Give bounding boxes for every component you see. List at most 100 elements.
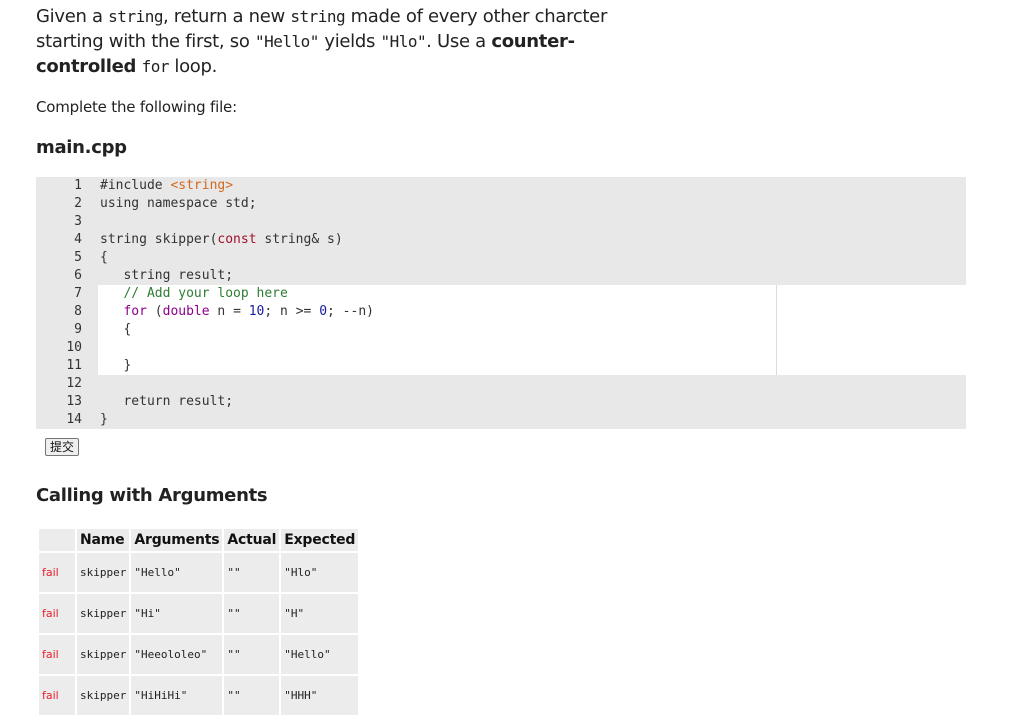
prompt-code: string <box>290 7 346 26</box>
line-code[interactable]: using namespace std; <box>100 195 257 213</box>
code-token: const <box>217 232 257 247</box>
line-number: 1 <box>74 178 82 193</box>
code-line[interactable]: 5{ <box>36 249 966 267</box>
code-token: string& s) <box>256 232 343 247</box>
table-row: fail skipper "Hi" "" "H" <box>37 592 361 635</box>
line-number: 12 <box>66 376 82 391</box>
code-token: { <box>100 250 108 265</box>
header-expected: Expected <box>279 527 361 553</box>
code-editor[interactable]: 1 #include <string> 2 using namespace std; 3… <box>36 177 966 429</box>
code-line[interactable]: 4 string skipper(const string& s) <box>36 231 966 249</box>
prompt-text: Given a <box>36 6 109 27</box>
problem-statement: Given a string, return a new string made… <box>36 4 636 79</box>
line-code[interactable]: string skipper(const string& s) <box>100 231 343 249</box>
submit-button[interactable]: 提交 <box>45 438 80 456</box>
expected-cell: "Hlo" <box>279 551 361 594</box>
code-line[interactable]: 8 for (double n = 10; n >= 0; --n) <box>36 303 966 321</box>
code-line[interactable]: 1 #include <string> <box>36 177 966 195</box>
arguments-cell: "HiHiHi" <box>129 674 225 717</box>
code-token: // Add your loop here <box>100 286 288 301</box>
line-code[interactable]: for (double n = 10; n >= 0; --n) <box>100 303 374 321</box>
code-token: 0 <box>319 304 328 319</box>
code-line[interactable]: 11 } <box>36 357 966 375</box>
header-name: Name <box>74 527 132 553</box>
code-token: string result; <box>100 268 234 283</box>
name-cell: skipper <box>74 592 132 635</box>
line-code[interactable]: return result; <box>100 393 233 411</box>
code-line[interactable]: 10 <box>36 339 966 357</box>
table-row: fail skipper "Hello" "" "Hlo" <box>37 551 361 594</box>
line-code[interactable]: // Add your loop here <box>100 285 288 303</box>
code-token: } <box>100 412 108 427</box>
code-line[interactable]: 12 <box>36 375 966 393</box>
code-line[interactable]: 14} <box>36 411 966 429</box>
line-number: 9 <box>74 322 82 337</box>
code-line[interactable]: 9 { <box>36 321 966 339</box>
line-number: 5 <box>74 250 82 265</box>
status-cell: fail <box>37 633 77 676</box>
line-code[interactable]: #include <string> <box>100 177 233 195</box>
line-number: 11 <box>66 358 82 373</box>
code-line[interactable]: 2 using namespace std; <box>36 195 966 213</box>
code-token: ( <box>146 304 163 319</box>
code-token: n = <box>209 304 249 319</box>
line-number: 14 <box>66 412 82 427</box>
table-header-row: Name Arguments Actual Expected <box>37 527 361 553</box>
line-code[interactable]: { <box>100 321 131 339</box>
code-line[interactable]: 6 string result; <box>36 267 966 285</box>
line-number: 7 <box>74 286 82 301</box>
code-token: { <box>100 322 132 337</box>
code-token: ; --n) <box>327 304 374 319</box>
code-token: <string> <box>170 178 234 193</box>
name-cell: skipper <box>74 633 132 676</box>
expected-cell: "H" <box>279 592 361 635</box>
results-title: Calling with Arguments <box>36 485 268 506</box>
actual-cell: "" <box>222 551 282 594</box>
code-token: string skipper( <box>100 232 218 247</box>
name-cell: skipper <box>74 674 132 717</box>
code-token: for <box>123 304 147 319</box>
instructions: Complete the following file: <box>36 98 237 116</box>
line-code[interactable]: string result; <box>100 267 233 285</box>
actual-cell: "" <box>222 633 282 676</box>
name-cell: skipper <box>74 551 132 594</box>
table-row: fail skipper "HiHiHi" "" "HHH" <box>37 674 361 717</box>
code-token: return result; <box>100 394 234 409</box>
line-code[interactable]: } <box>100 411 108 429</box>
line-code[interactable]: { <box>100 249 108 267</box>
arguments-cell: "Heeololeo" <box>129 633 225 676</box>
line-code[interactable]: } <box>100 357 131 375</box>
code-token: ; n >= <box>264 304 320 319</box>
code-line[interactable]: 7 // Add your loop here <box>36 285 966 303</box>
file-name: main.cpp <box>36 137 127 158</box>
line-number: 13 <box>66 394 82 409</box>
prompt-code: for <box>141 57 170 76</box>
actual-cell: "" <box>222 674 282 717</box>
code-token: double <box>162 304 210 319</box>
header-status <box>37 527 77 553</box>
line-number: 10 <box>66 340 82 355</box>
prompt-code: "Hlo" <box>380 32 427 51</box>
table-row: fail skipper "Heeololeo" "" "Hello" <box>37 633 361 676</box>
status-cell: fail <box>37 592 77 635</box>
prompt-text: , return a new <box>162 6 291 27</box>
prompt-text: loop. <box>168 56 218 77</box>
results-table: Name Arguments Actual Expected fail skipp… <box>37 527 361 717</box>
arguments-cell: "Hello" <box>129 551 225 594</box>
prompt-code: "Hello" <box>254 32 319 51</box>
line-number: 3 <box>74 214 82 229</box>
line-number: 8 <box>74 304 82 319</box>
code-line[interactable]: 13 return result; <box>36 393 966 411</box>
expected-cell: "Hello" <box>279 633 361 676</box>
line-number: 2 <box>74 196 82 211</box>
line-number: 4 <box>74 232 82 247</box>
prompt-code: string <box>108 7 163 26</box>
code-line[interactable]: 3 <box>36 213 966 231</box>
status-cell: fail <box>37 551 77 594</box>
status-cell: fail <box>37 674 77 717</box>
code-token: using namespace std; <box>100 196 257 211</box>
code-token: } <box>100 358 132 373</box>
header-arguments: Arguments <box>129 527 225 553</box>
actual-cell: "" <box>222 592 282 635</box>
